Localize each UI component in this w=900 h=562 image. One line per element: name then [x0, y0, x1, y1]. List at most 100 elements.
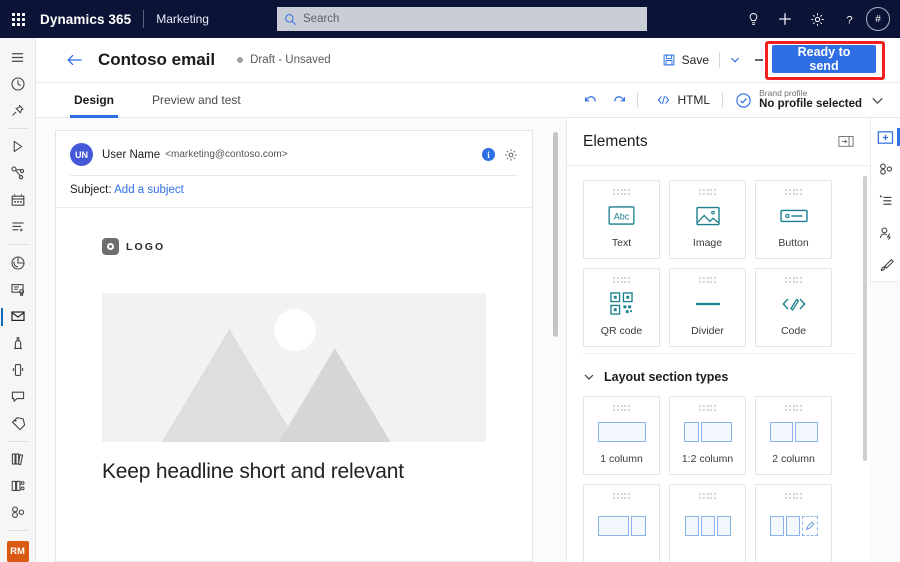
subject-row[interactable]: Subject: Add a subject — [56, 176, 532, 207]
button-icon — [779, 195, 808, 237]
question-icon[interactable]: ? — [834, 0, 864, 38]
hamburger-icon[interactable] — [0, 44, 36, 71]
status-badge: Draft - Unsaved — [237, 54, 331, 66]
form-icon[interactable] — [0, 330, 36, 357]
element-tile-button[interactable]: Button — [755, 180, 832, 259]
people-icon[interactable] — [0, 499, 36, 526]
mobile-icon[interactable] — [0, 356, 36, 383]
email-preview-card: UN User Name <marketing@contoso.com> i S… — [55, 130, 533, 562]
editor-toolbar: Design Preview and test HTML Brand profi… — [36, 83, 900, 118]
element-tile-label: Text — [611, 237, 632, 249]
add-element-icon[interactable] — [871, 121, 900, 153]
info-icon[interactable]: i — [482, 148, 495, 161]
element-tile-label: QR code — [600, 325, 643, 337]
layout-tile-1-column[interactable]: 1 column — [583, 396, 660, 475]
code-icon — [656, 93, 671, 107]
sidebar-item-emails[interactable] — [0, 303, 36, 330]
toolbar-actions: HTML Brand profile No profile selected — [577, 83, 900, 118]
toolbar-divider — [722, 92, 724, 108]
element-tiles: Abc Text Image Button QR code Divider Co… — [583, 166, 855, 347]
element-tile-divider[interactable]: Divider — [669, 268, 746, 347]
collapse-panel-icon[interactable] — [838, 135, 854, 148]
logo-text: LOGO — [126, 240, 166, 253]
layout-3-column-icon — [684, 499, 731, 553]
html-button[interactable]: HTML — [642, 86, 718, 114]
lightbulb-icon[interactable] — [738, 0, 768, 38]
dynamics-365-email-editor: Dynamics 365 Marketing Search ? # RM Con… — [0, 0, 900, 562]
toolbar-divider — [637, 92, 639, 108]
chevron-down-icon — [583, 371, 595, 383]
gear-icon[interactable] — [802, 0, 832, 38]
certificate-icon[interactable] — [0, 276, 36, 303]
element-tile-image[interactable]: Image — [669, 180, 746, 259]
command-divider — [719, 52, 720, 68]
more-vertical-icon[interactable] — [746, 45, 772, 75]
pin-icon[interactable] — [0, 98, 36, 125]
app-badge[interactable]: RM — [6, 540, 29, 562]
rail-divider — [6, 244, 29, 246]
library-icon[interactable] — [0, 446, 36, 473]
waffle-menu-button[interactable] — [0, 0, 36, 38]
email-settings-gear-icon[interactable] — [504, 148, 518, 162]
element-tile-label: Button — [778, 237, 809, 249]
qr-code-icon — [610, 283, 633, 325]
hero-image-placeholder[interactable] — [102, 293, 486, 442]
brand-profile-selector[interactable]: Brand profile No profile selected — [727, 85, 888, 115]
analytics-icon[interactable] — [0, 249, 36, 276]
logo-block[interactable]: LOGO — [56, 238, 532, 255]
elements-panel-title: Elements — [583, 132, 648, 150]
redo-icon[interactable] — [605, 86, 633, 114]
brand-profile-chevron-down-icon[interactable] — [871, 94, 884, 107]
layout-tile-1-2-column[interactable]: 1:2 column — [669, 396, 746, 475]
layout-custom-icon — [769, 499, 818, 553]
list-icon[interactable] — [871, 185, 900, 217]
element-tile-label: Divider — [691, 325, 724, 337]
element-tile-text[interactable]: Abc Text — [583, 180, 660, 259]
suite-header: Dynamics 365 Marketing Search ? # — [0, 0, 900, 38]
email-headline[interactable]: Keep headline short and relevant — [102, 460, 486, 484]
search-icon — [284, 13, 297, 26]
layout-section-header[interactable]: Layout section types — [583, 353, 855, 390]
svg-text:Abc: Abc — [614, 212, 630, 222]
tab-design[interactable]: Design — [64, 83, 124, 118]
canvas-scrollbar[interactable] — [553, 132, 558, 546]
play-icon[interactable] — [0, 133, 36, 160]
user-avatar[interactable]: # — [866, 7, 890, 31]
journey-icon[interactable] — [0, 160, 36, 187]
html-label: HTML — [677, 93, 711, 107]
waffle-grid-icon — [11, 12, 25, 26]
tag-icon[interactable] — [0, 410, 36, 437]
columns-icon[interactable] — [0, 472, 36, 499]
brush-icon[interactable] — [871, 249, 900, 281]
connections-icon[interactable] — [871, 153, 900, 185]
save-button[interactable]: Save — [650, 45, 715, 75]
elements-panel-scrollbar[interactable] — [863, 176, 867, 556]
elements-panel-header: Elements — [567, 118, 870, 166]
layout-tile-custom[interactable] — [755, 484, 832, 562]
plus-icon[interactable] — [770, 0, 800, 38]
layout-tile-label: 1 column — [600, 453, 643, 465]
layout-tile-3-column[interactable] — [669, 484, 746, 562]
element-tile-code[interactable]: Code — [755, 268, 832, 347]
save-options-chevron-down-icon[interactable] — [724, 45, 746, 75]
global-search-input[interactable]: Search — [277, 7, 647, 31]
tab-preview-label: Preview and test — [152, 93, 241, 107]
personalization-icon[interactable] — [871, 217, 900, 249]
layout-section-title: Layout section types — [604, 370, 729, 384]
layout-tile-2-column[interactable]: 2 column — [755, 396, 832, 475]
elements-scroll-thumb[interactable] — [863, 176, 867, 461]
undo-icon[interactable] — [577, 86, 605, 114]
email-canvas: UN User Name <marketing@contoso.com> i S… — [36, 118, 566, 562]
canvas-scroll-thumb[interactable] — [553, 132, 558, 337]
tab-preview-and-test[interactable]: Preview and test — [142, 83, 251, 118]
segment-icon[interactable] — [0, 214, 36, 241]
element-tile-qr-code[interactable]: QR code — [583, 268, 660, 347]
ready-to-send-button[interactable]: Ready to send — [772, 45, 876, 73]
back-arrow-icon[interactable] — [58, 43, 92, 77]
calendar-icon[interactable] — [0, 187, 36, 214]
brand-divider — [143, 10, 145, 28]
clock-icon[interactable] — [0, 71, 36, 98]
chat-icon[interactable] — [0, 383, 36, 410]
layout-tile-2-1-column[interactable] — [583, 484, 660, 562]
add-subject-link[interactable]: Add a subject — [114, 184, 184, 196]
